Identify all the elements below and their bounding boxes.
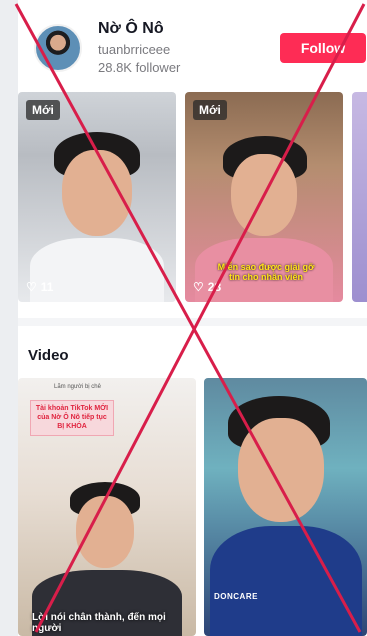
video-section-title: Video [28, 347, 69, 364]
avatar[interactable] [34, 24, 82, 72]
video-tile-1[interactable]: Mới ♡ 11 [18, 92, 176, 302]
section-divider [18, 318, 367, 326]
video-thumbnail-2[interactable]: DONCARE [204, 378, 367, 636]
new-badge: Mới [193, 100, 227, 120]
person-face [62, 150, 132, 236]
profile-card: Nờ Ô Nô tuanbrriceee 28.8K follower Foll… [18, 0, 367, 636]
person-jacket [210, 526, 362, 636]
video-note: Lãm người bị chê [54, 384, 101, 390]
person-face [231, 154, 297, 236]
profile-handle: tuanbrriceee [98, 42, 171, 57]
heart-icon: ♡ [26, 280, 37, 294]
like-count: ♡ 11 [26, 280, 53, 294]
follower-count: 28.8K follower [98, 60, 181, 75]
profile-header: Nờ Ô Nô tuanbrriceee 28.8K follower Foll… [18, 0, 367, 92]
profile-name: Nờ Ô Nô [98, 20, 164, 37]
video-thumbnail-1[interactable]: Lãm người bị chê Tài khoản TikTok MỚI củ… [18, 378, 196, 636]
person-face [76, 496, 134, 568]
follow-button[interactable]: Follow [280, 33, 366, 63]
video-caption: Lời nói chân thành, đến mọi người [32, 612, 166, 634]
new-badge: Mới [26, 100, 60, 120]
heart-icon: ♡ [193, 280, 204, 294]
like-count-value: 28 [207, 280, 222, 294]
jacket-brand-text: DONCARE [214, 592, 258, 601]
person-face [238, 418, 324, 522]
video-tile-3-partial[interactable] [352, 92, 367, 302]
like-count-value: 11 [40, 280, 54, 294]
video-overlay-text: Tài khoản TikTok MỚI của Nờ Ô Nô tiếp tụ… [30, 400, 114, 437]
like-count: ♡ 28 [193, 280, 221, 294]
video-tile-2[interactable]: Mới Miễn sao được giải gỡ tín cho nhân v… [185, 92, 343, 302]
video-caption: Miễn sao được giải gỡ tín cho nhân viên [217, 262, 315, 282]
